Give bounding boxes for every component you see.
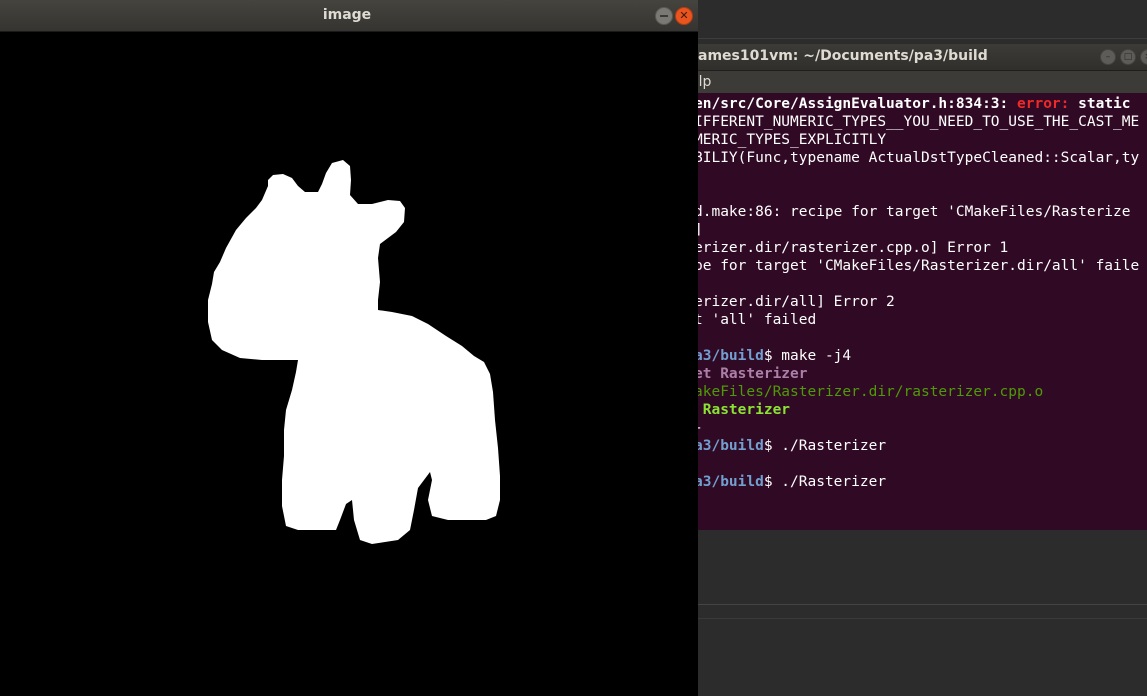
terminal-line: a3/build$ ./Rasterizer [694, 473, 886, 491]
terminal-line: erizer.dir/rasterizer.cpp.o] Error 1 [694, 239, 1008, 257]
terminal-text-segment: akeFiles/Rasterizer.dir/rasterizer.cpp.o [694, 384, 1044, 400]
terminal-line: pe for target 'CMakeFiles/Rasterizer.dir… [694, 257, 1139, 275]
terminal-menubar: elp [690, 71, 1147, 93]
desktop-background-bottom [698, 530, 1147, 696]
close-icon[interactable]: × [1140, 49, 1147, 65]
terminal-text-segment: $ ./Rasterizer [763, 438, 887, 454]
image-window-title: image [322, 7, 372, 23]
terminal-output[interactable]: en/src/Core/AssignEvaluator.h:834:3: err… [690, 95, 1147, 530]
terminal-line: Rasterizer [694, 401, 790, 419]
maximize-icon[interactable]: □ [1120, 49, 1136, 65]
terminal-titlebar[interactable]: ames101vm: ~/Documents/pa3/build – □ × [690, 44, 1147, 71]
terminal-text-segment: static [1069, 96, 1131, 112]
terminal-window[interactable]: ames101vm: ~/Documents/pa3/build – □ × e… [690, 44, 1147, 530]
terminal-text-segment: t 'all' failed [694, 312, 817, 328]
terminal-text-segment: pe for target 'CMakeFiles/Rasterizer.dir… [694, 258, 1140, 274]
terminal-line: akeFiles/Rasterizer.dir/rasterizer.cpp.o [694, 383, 1043, 401]
terminal-text-segment: a3/build [694, 438, 764, 454]
terminal-line: erizer.dir/all] Error 2 [694, 293, 895, 311]
terminal-text-segment: error: [1017, 96, 1070, 112]
terminal-title: ames101vm: ~/Documents/pa3/build [698, 48, 988, 64]
terminal-window-controls: – □ × [1100, 49, 1147, 65]
terminal-text-segment: IFFERENT_NUMERIC_TYPES__YOU_NEED_TO_USE_… [694, 114, 1140, 130]
terminal-line: a3/build$ ./Rasterizer [694, 437, 886, 455]
terminal-text-segment: en/src/Core/AssignEvaluator.h:834:3: [694, 96, 1018, 112]
terminal-line: BILIY(Func,typename ActualDstTypeCleaned… [694, 149, 1139, 167]
minimize-icon[interactable] [655, 7, 673, 25]
image-window[interactable]: image ✕ [0, 0, 698, 696]
terminal-text-segment: BILIY(Func,typename ActualDstTypeCleaned… [694, 150, 1140, 166]
close-icon[interactable]: ✕ [675, 7, 693, 25]
terminal-line: et Rasterizer [694, 365, 808, 383]
terminal-text-segment: erizer.dir/rasterizer.cpp.o] Error 1 [694, 240, 1009, 256]
terminal-line: a3/build$ make -j4 [694, 347, 851, 365]
terminal-text-segment: a3/build [694, 474, 764, 490]
terminal-text-segment: et Rasterizer [694, 366, 808, 382]
terminal-line: en/src/Core/AssignEvaluator.h:834:3: err… [694, 95, 1131, 113]
terminal-text-segment: MERIC_TYPES_EXPLICITLY [694, 132, 887, 148]
terminal-line: t 'all' failed [694, 311, 816, 329]
divider [698, 618, 1147, 619]
terminal-text-segment: d.make:86: recipe for target 'CMakeFiles… [694, 204, 1131, 220]
divider [698, 38, 1147, 39]
terminal-text-segment: erizer.dir/all] Error 2 [694, 294, 895, 310]
minimize-icon[interactable]: – [1100, 49, 1116, 65]
image-canvas [0, 32, 698, 696]
divider [698, 604, 1147, 605]
cow-silhouette [0, 32, 698, 696]
terminal-line: d.make:86: recipe for target 'CMakeFiles… [694, 203, 1131, 221]
terminal-text-segment: Rasterizer [694, 402, 791, 418]
terminal-text-segment: $ ./Rasterizer [763, 474, 887, 490]
terminal-line: IFFERENT_NUMERIC_TYPES__YOU_NEED_TO_USE_… [694, 113, 1139, 131]
desktop: ames101vm: ~/Documents/pa3/build – □ × e… [0, 0, 1147, 696]
terminal-text-segment: $ make -j4 [763, 348, 852, 364]
image-window-titlebar[interactable]: image ✕ [0, 0, 698, 32]
terminal-line: MERIC_TYPES_EXPLICITLY [694, 131, 886, 149]
terminal-text-segment: a3/build [694, 348, 764, 364]
